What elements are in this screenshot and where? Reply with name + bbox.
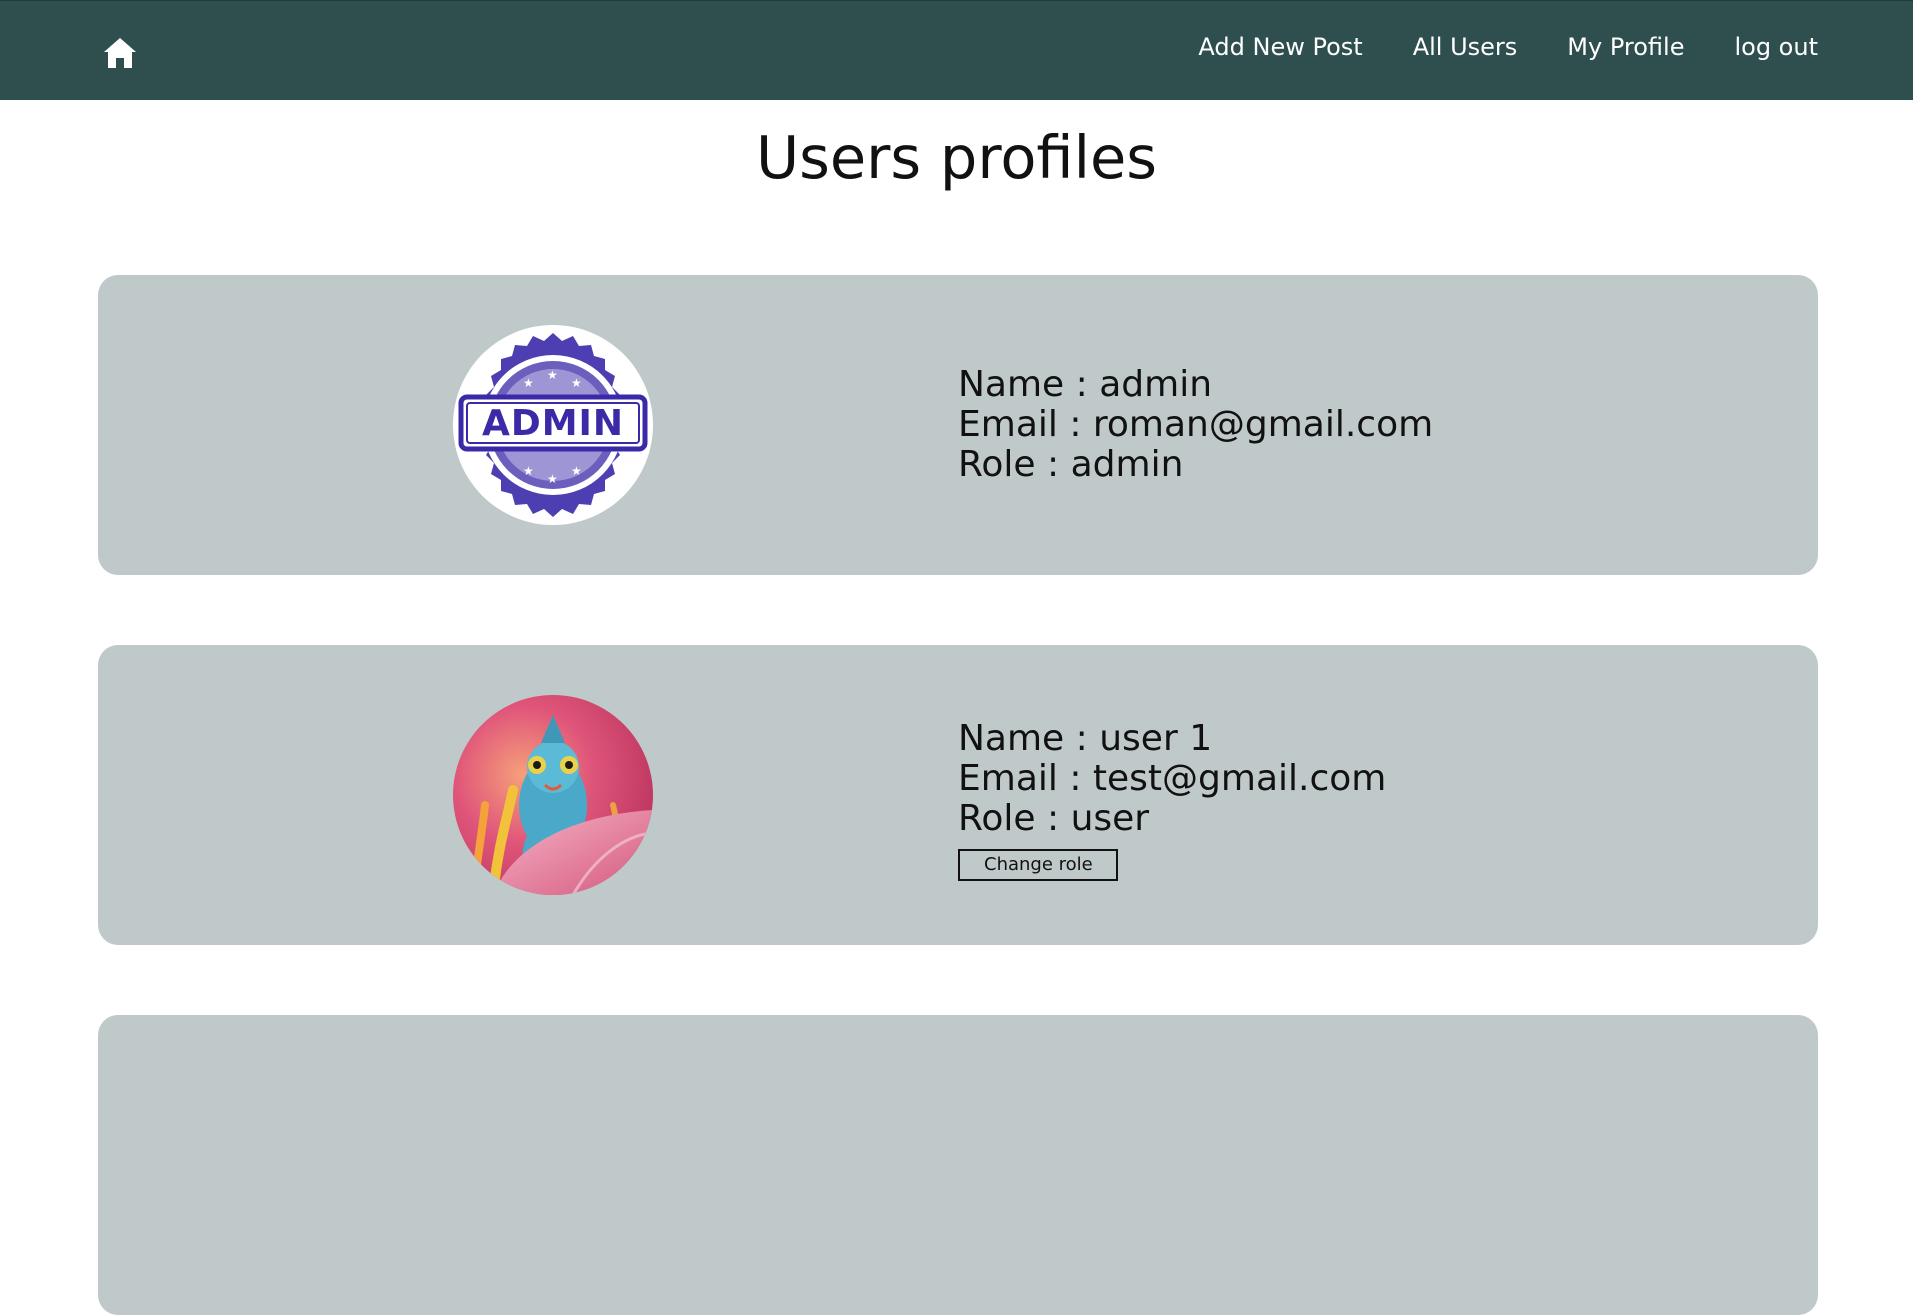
nav-log-out[interactable]: log out (1734, 30, 1818, 64)
svg-text:★: ★ (571, 464, 582, 478)
svg-text:★: ★ (547, 472, 558, 486)
avatar (453, 695, 653, 895)
svg-text:★: ★ (547, 368, 558, 382)
nav-my-profile[interactable]: My Profile (1567, 30, 1684, 64)
user-info: Name : admin Email : roman@gmail.com Rol… (958, 365, 1433, 485)
user-email: Email : roman@gmail.com (958, 404, 1434, 445)
nav-all-users[interactable]: All Users (1413, 30, 1518, 64)
page-title: Users profiles (755, 123, 1158, 192)
svg-text:★: ★ (523, 464, 534, 478)
user-role: Role : admin (958, 444, 1184, 485)
avatar: ★ ★ ★ ★ ★ ★ ADMIN (453, 325, 653, 525)
user-email: Email : test@gmail.com (958, 758, 1387, 799)
nav-links: Add New Post All Users My Profile log ou… (1198, 30, 1818, 64)
home-icon[interactable] (102, 35, 138, 71)
admin-stamp-text: ADMIN (482, 403, 624, 444)
chameleon-avatar (453, 695, 653, 895)
user-name: Name : admin (958, 364, 1213, 405)
user-card (98, 1015, 1818, 1315)
home-icon-glyph (104, 38, 136, 68)
user-card: Name : user 1 Email : test@gmail.com Rol… (98, 645, 1818, 945)
admin-stamp-avatar: ★ ★ ★ ★ ★ ★ ADMIN (453, 325, 653, 525)
user-card: ★ ★ ★ ★ ★ ★ ADMIN Name : admin Email : r… (98, 275, 1818, 575)
top-navbar: Add New Post All Users My Profile log ou… (0, 0, 1913, 100)
user-name: Name : user 1 (958, 718, 1213, 759)
svg-text:★: ★ (571, 376, 582, 390)
user-role: Role : user (958, 798, 1150, 839)
svg-text:★: ★ (523, 376, 534, 390)
nav-add-new-post[interactable]: Add New Post (1198, 30, 1362, 64)
change-role-button[interactable]: Change role (958, 849, 1118, 881)
user-info: Name : user 1 Email : test@gmail.com Rol… (958, 719, 1386, 881)
